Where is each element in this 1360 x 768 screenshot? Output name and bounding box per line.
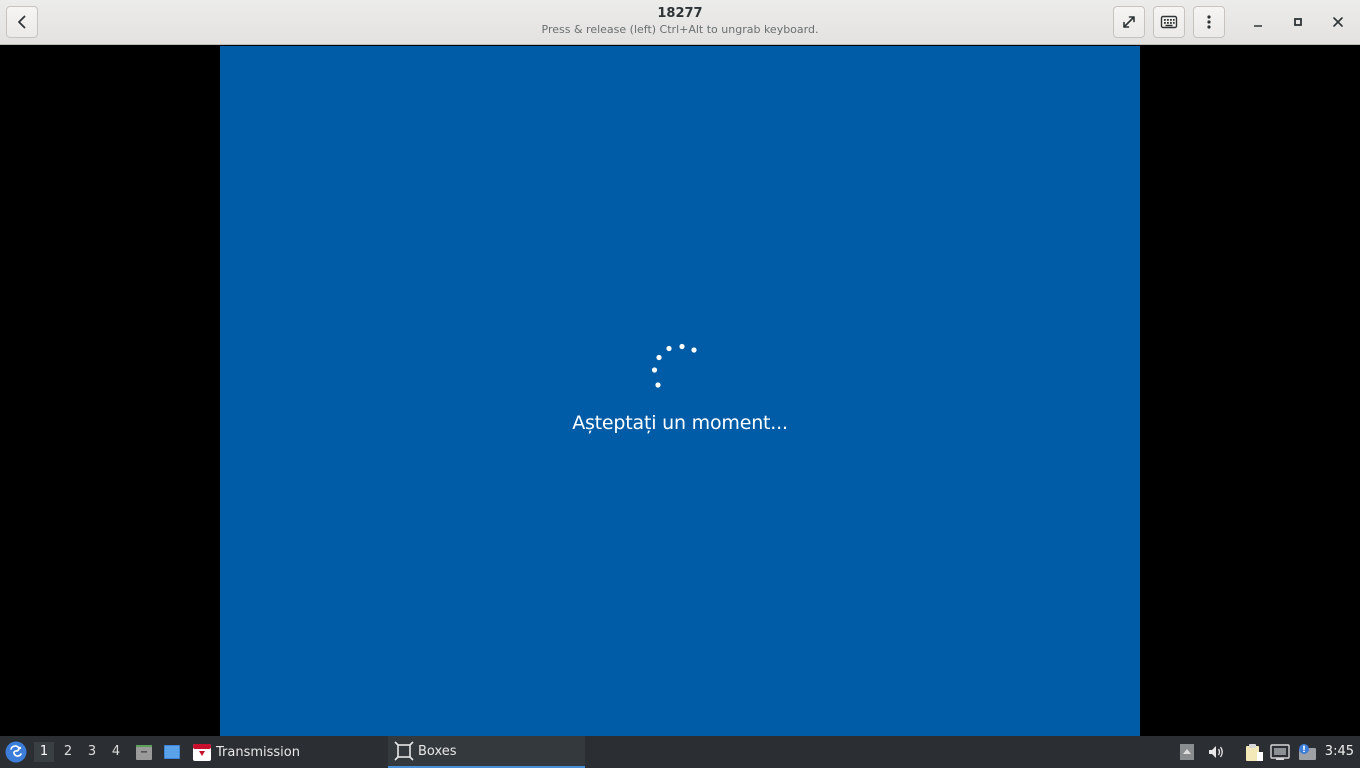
window-title: 18277 bbox=[657, 6, 703, 21]
workspace-1[interactable]: 1 bbox=[34, 742, 54, 762]
close-icon bbox=[1333, 17, 1343, 27]
task-label: Boxes bbox=[418, 743, 457, 759]
keyboard-button[interactable] bbox=[1153, 6, 1185, 38]
clipboard-icon[interactable] bbox=[1243, 743, 1263, 761]
network-icon[interactable] bbox=[1270, 743, 1290, 761]
window-subtitle: Press & release (left) Ctrl+Alt to ungra… bbox=[541, 23, 819, 36]
header-bar: 18277 Press & release (left) Ctrl+Alt to… bbox=[0, 0, 1360, 45]
keyboard-icon bbox=[1160, 15, 1178, 29]
maximize-button[interactable] bbox=[1288, 12, 1308, 32]
boxes-icon bbox=[394, 741, 414, 761]
more-vertical-icon bbox=[1207, 15, 1211, 29]
back-arrow-icon bbox=[18, 15, 26, 29]
task-label: Transmission bbox=[216, 744, 300, 760]
volume-icon[interactable] bbox=[1207, 743, 1225, 761]
transmission-icon bbox=[193, 744, 211, 761]
workspace-3[interactable]: 3 bbox=[82, 742, 102, 762]
tray-expand-icon[interactable] bbox=[1178, 743, 1196, 761]
maximize-icon bbox=[1294, 18, 1302, 26]
file-manager-icon[interactable] bbox=[135, 743, 153, 761]
screen: 18277 Press & release (left) Ctrl+Alt to… bbox=[0, 0, 1360, 768]
close-button[interactable] bbox=[1328, 12, 1348, 32]
wait-message: Așteptați un moment... bbox=[572, 412, 788, 434]
taskbar: 1 2 3 4 Transmission Boxes 3:45 bbox=[0, 736, 1360, 768]
menu-button[interactable] bbox=[1193, 6, 1225, 38]
fullscreen-icon bbox=[1123, 16, 1135, 28]
back-button[interactable] bbox=[6, 6, 38, 38]
task-transmission[interactable]: Transmission bbox=[192, 736, 382, 768]
workspace-2[interactable]: 2 bbox=[58, 742, 78, 762]
task-boxes[interactable]: Boxes bbox=[388, 736, 585, 768]
clock[interactable]: 3:45 bbox=[1325, 736, 1354, 768]
minimize-button[interactable] bbox=[1248, 12, 1268, 32]
show-desktop-icon[interactable] bbox=[163, 743, 181, 761]
fullscreen-button[interactable] bbox=[1113, 6, 1145, 38]
workspace-4[interactable]: 4 bbox=[106, 742, 126, 762]
minimize-icon bbox=[1254, 25, 1262, 27]
start-menu-icon[interactable] bbox=[4, 740, 28, 764]
loading-spinner-icon bbox=[651, 343, 697, 388]
title-block: 18277 Press & release (left) Ctrl+Alt to… bbox=[400, 6, 960, 37]
vm-display[interactable]: Așteptați un moment... bbox=[220, 46, 1140, 736]
updates-icon[interactable] bbox=[1297, 743, 1317, 761]
